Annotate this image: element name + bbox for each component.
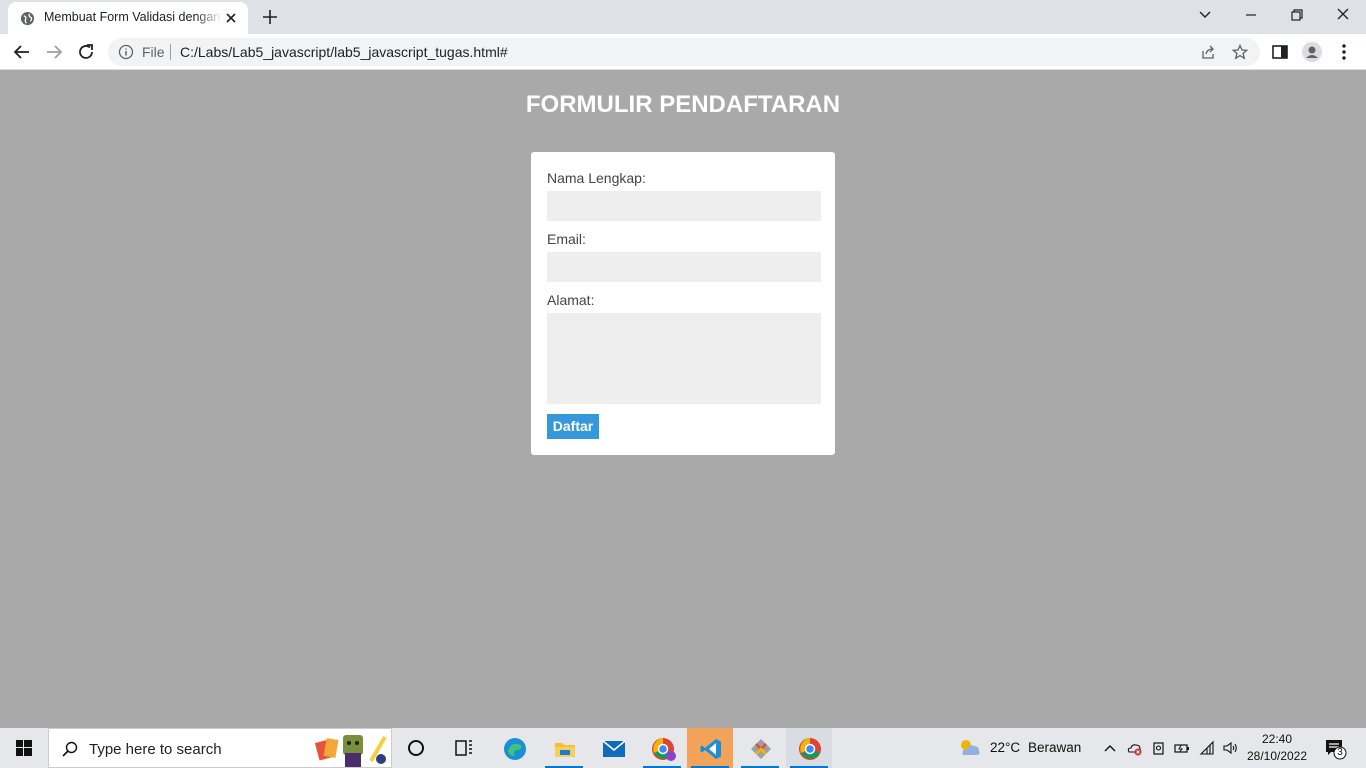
globe-icon bbox=[20, 11, 35, 26]
bookmark-star-icon[interactable] bbox=[1231, 43, 1249, 60]
minimize-icon[interactable] bbox=[1238, 4, 1264, 26]
clock-time: 22:40 bbox=[1261, 732, 1293, 746]
reload-icon[interactable] bbox=[75, 41, 97, 63]
clock-date: 28/10/2022 bbox=[1246, 749, 1308, 763]
browser-tab[interactable]: Membuat Form Validasi dengan JavaScript bbox=[8, 2, 248, 34]
close-window-icon[interactable] bbox=[1330, 4, 1356, 26]
cortana-icon[interactable] bbox=[393, 728, 439, 768]
notification-center-icon[interactable]: 3 bbox=[1325, 738, 1349, 760]
weather-description: Berawan bbox=[1028, 740, 1082, 755]
search-icon bbox=[61, 740, 79, 758]
browser-tab-strip: Membuat Form Validasi dengan JavaScript bbox=[0, 0, 1366, 34]
address-bar[interactable]: File C:/Labs/Lab5_javascript/lab5_javasc… bbox=[108, 38, 1260, 66]
taskbar: Type here to search 22°C Berawan 22:40 2… bbox=[0, 728, 1366, 768]
weather-cloud-icon[interactable] bbox=[957, 737, 983, 759]
forward-arrow-icon[interactable] bbox=[43, 41, 65, 63]
side-panel-icon[interactable] bbox=[1269, 41, 1291, 63]
address-label: Alamat: bbox=[547, 292, 595, 308]
notification-count: 3 bbox=[1337, 747, 1343, 758]
vscode-icon[interactable] bbox=[687, 728, 733, 768]
email-label: Email: bbox=[547, 231, 586, 247]
tab-search-chevron-icon[interactable] bbox=[1192, 4, 1218, 26]
share-icon[interactable] bbox=[1200, 44, 1216, 60]
battery-charging-icon[interactable] bbox=[1174, 740, 1190, 756]
taskbar-search-box[interactable]: Type here to search bbox=[48, 728, 392, 768]
back-arrow-icon[interactable] bbox=[11, 41, 33, 63]
profile-avatar-icon[interactable] bbox=[1301, 41, 1323, 63]
submit-button[interactable]: Daftar bbox=[547, 414, 599, 439]
taskbar-clock[interactable]: 22:40 28/10/2022 bbox=[1240, 731, 1314, 765]
new-tab-icon[interactable] bbox=[259, 6, 281, 28]
mail-icon[interactable] bbox=[590, 728, 636, 768]
name-label: Nama Lengkap: bbox=[547, 170, 646, 186]
file-explorer-icon[interactable] bbox=[541, 728, 587, 768]
onedrive-error-icon[interactable] bbox=[1127, 740, 1143, 756]
address-separator bbox=[170, 44, 171, 60]
url-text[interactable]: C:/Labs/Lab5_javascript/lab5_javascript_… bbox=[180, 44, 508, 60]
close-tab-icon[interactable] bbox=[223, 10, 239, 26]
weather-temperature: 22°C bbox=[990, 740, 1021, 755]
meet-now-icon[interactable] bbox=[1151, 740, 1167, 756]
url-scheme-label: File bbox=[142, 44, 165, 60]
show-hidden-icons-chevron-icon[interactable] bbox=[1102, 740, 1118, 756]
volume-icon[interactable] bbox=[1222, 740, 1238, 756]
windows-start-icon[interactable] bbox=[0, 728, 48, 768]
restore-icon[interactable] bbox=[1284, 4, 1310, 26]
email-field[interactable] bbox=[547, 252, 821, 282]
address-textarea[interactable] bbox=[547, 313, 821, 404]
search-highlight-illustration-icon bbox=[314, 731, 391, 767]
wifi-icon[interactable] bbox=[1199, 740, 1215, 756]
tab-title: Membuat Form Validasi dengan JavaScript bbox=[44, 10, 222, 24]
chrome-profile-icon[interactable] bbox=[639, 728, 685, 768]
registration-form: Nama Lengkap: Email: Alamat: Daftar bbox=[531, 152, 835, 455]
chrome-icon[interactable] bbox=[786, 728, 832, 768]
menu-kebab-icon[interactable] bbox=[1333, 41, 1355, 63]
search-placeholder: Type here to search bbox=[89, 741, 222, 758]
name-field[interactable] bbox=[547, 191, 821, 221]
task-view-icon[interactable] bbox=[441, 728, 487, 768]
page-title: FORMULIR PENDAFTARAN bbox=[525, 91, 841, 118]
info-icon[interactable] bbox=[118, 44, 134, 60]
browser-toolbar: File C:/Labs/Lab5_javascript/lab5_javasc… bbox=[0, 34, 1366, 70]
git-app-icon[interactable] bbox=[737, 728, 783, 768]
edge-browser-icon[interactable] bbox=[491, 728, 537, 768]
